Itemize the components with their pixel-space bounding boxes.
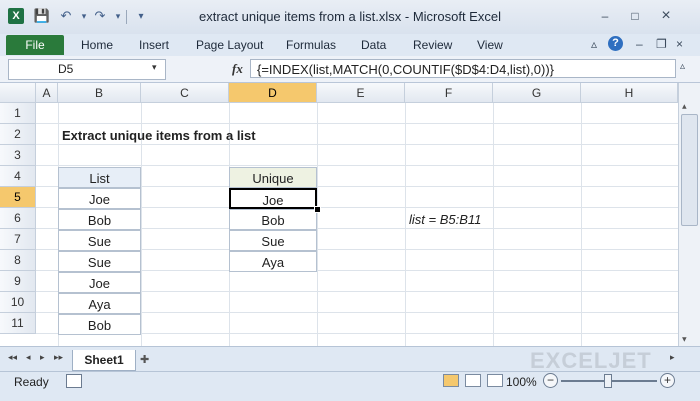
formula-input[interactable]: {=INDEX(list,MATCH(0,COUNTIF($D$4:D4,lis… xyxy=(250,59,676,78)
selected-cell-d5[interactable]: Joe xyxy=(229,188,317,209)
window-title: extract unique items from a list.xlsx - … xyxy=(199,9,501,24)
gridline xyxy=(581,103,582,346)
tab-page-layout[interactable]: Page Layout xyxy=(196,38,263,52)
scroll-down-icon[interactable]: ▸ xyxy=(679,337,690,342)
tab-formulas[interactable]: Formulas xyxy=(286,38,336,52)
page-break-view-icon[interactable] xyxy=(487,374,503,387)
row-header-9[interactable]: 9 xyxy=(0,271,36,292)
column-header-h[interactable]: H xyxy=(581,83,678,103)
formula-expand-icon[interactable]: ▵ xyxy=(680,61,685,72)
row-header-3[interactable]: 3 xyxy=(0,145,36,166)
page-layout-view-icon[interactable] xyxy=(465,374,481,387)
scroll-up-icon[interactable]: ◂ xyxy=(679,104,690,109)
unique-cell[interactable]: Sue xyxy=(229,230,317,251)
name-box[interactable] xyxy=(8,59,166,80)
help-icon[interactable]: ? xyxy=(608,36,623,51)
unique-cell[interactable]: Bob xyxy=(229,209,317,230)
scroll-right-icon[interactable]: ▸ xyxy=(670,352,675,363)
tab-review[interactable]: Review xyxy=(413,38,452,52)
zoom-level[interactable]: 100% xyxy=(506,375,537,389)
column-header-g[interactable]: G xyxy=(493,83,581,103)
zoom-in-icon[interactable]: + xyxy=(660,373,675,388)
row-header-1[interactable]: 1 xyxy=(0,103,36,124)
column-header-e[interactable]: E xyxy=(317,83,405,103)
gridline xyxy=(405,103,406,346)
insert-sheet-icon[interactable]: ✚ xyxy=(140,353,149,366)
tab-file[interactable]: File xyxy=(6,35,64,55)
column-header-c[interactable]: C xyxy=(141,83,229,103)
fill-handle[interactable] xyxy=(314,206,321,213)
workbook-close-icon[interactable]: × xyxy=(676,37,683,51)
list-cell[interactable]: Aya xyxy=(58,293,141,314)
unique-header-cell[interactable]: Unique xyxy=(229,167,317,188)
minimize-button[interactable]: – xyxy=(596,9,614,23)
tab-view[interactable]: View xyxy=(477,38,503,52)
workbook-restore-icon[interactable]: ❐ xyxy=(656,37,667,51)
unique-cell[interactable]: Aya xyxy=(229,251,317,272)
sheet-title[interactable]: Extract unique items from a list xyxy=(62,125,256,146)
name-box-dropdown-icon[interactable]: ▾ xyxy=(152,62,157,73)
column-header-d[interactable]: D xyxy=(229,83,317,103)
zoom-out-icon[interactable]: − xyxy=(543,373,558,388)
sheet-tab-sheet1[interactable]: Sheet1 xyxy=(72,350,136,371)
maximize-button[interactable]: □ xyxy=(626,9,644,23)
column-header-f[interactable]: F xyxy=(405,83,493,103)
tab-insert[interactable]: Insert xyxy=(139,38,169,52)
gridline xyxy=(36,165,678,166)
tab-data[interactable]: Data xyxy=(361,38,386,52)
row-header-4[interactable]: 4 xyxy=(0,166,36,187)
row-header-11[interactable]: 11 xyxy=(0,313,36,334)
gridline xyxy=(493,103,494,346)
macro-record-icon[interactable] xyxy=(66,374,82,388)
row-header-6[interactable]: 6 xyxy=(0,208,36,229)
row-header-10[interactable]: 10 xyxy=(0,292,36,313)
name-box-value: D5 xyxy=(58,62,74,76)
list-cell[interactable]: Joe xyxy=(58,188,141,209)
prev-sheet-icon[interactable]: ◂ xyxy=(26,352,31,363)
ribbon-collapse-icon[interactable]: ▵ xyxy=(591,37,597,51)
column-header-b[interactable]: B xyxy=(58,83,141,103)
row-header-7[interactable]: 7 xyxy=(0,229,36,250)
gridline xyxy=(317,103,318,346)
last-sheet-icon[interactable]: ▸▸ xyxy=(54,352,63,363)
insert-function-icon[interactable]: fx xyxy=(232,61,243,77)
list-cell[interactable]: Bob xyxy=(58,314,141,335)
column-header-a[interactable]: A xyxy=(36,83,58,103)
status-bar xyxy=(0,371,700,401)
gridline xyxy=(36,123,678,124)
named-range-note[interactable]: list = B5:B11 xyxy=(409,209,481,230)
workbook-minimize-icon[interactable]: – xyxy=(636,37,643,51)
zoom-slider-thumb[interactable] xyxy=(604,374,612,388)
list-cell[interactable]: Bob xyxy=(58,209,141,230)
select-all-corner[interactable] xyxy=(0,83,36,103)
vertical-scroll-thumb[interactable] xyxy=(681,114,698,226)
status-text: Ready xyxy=(14,375,49,389)
close-button[interactable]: × xyxy=(657,8,675,24)
list-cell[interactable]: Joe xyxy=(58,272,141,293)
next-sheet-icon[interactable]: ▸ xyxy=(40,352,45,363)
first-sheet-icon[interactable]: ◂◂ xyxy=(8,352,17,363)
row-header-8[interactable]: 8 xyxy=(0,250,36,271)
normal-view-icon[interactable] xyxy=(443,374,459,387)
list-cell[interactable]: Sue xyxy=(58,251,141,272)
row-header-2[interactable]: 2 xyxy=(0,124,36,145)
list-header-cell[interactable]: List xyxy=(58,167,141,188)
list-cell[interactable]: Sue xyxy=(58,230,141,251)
row-header-5[interactable]: 5 xyxy=(0,187,36,208)
tab-home[interactable]: Home xyxy=(81,38,113,52)
